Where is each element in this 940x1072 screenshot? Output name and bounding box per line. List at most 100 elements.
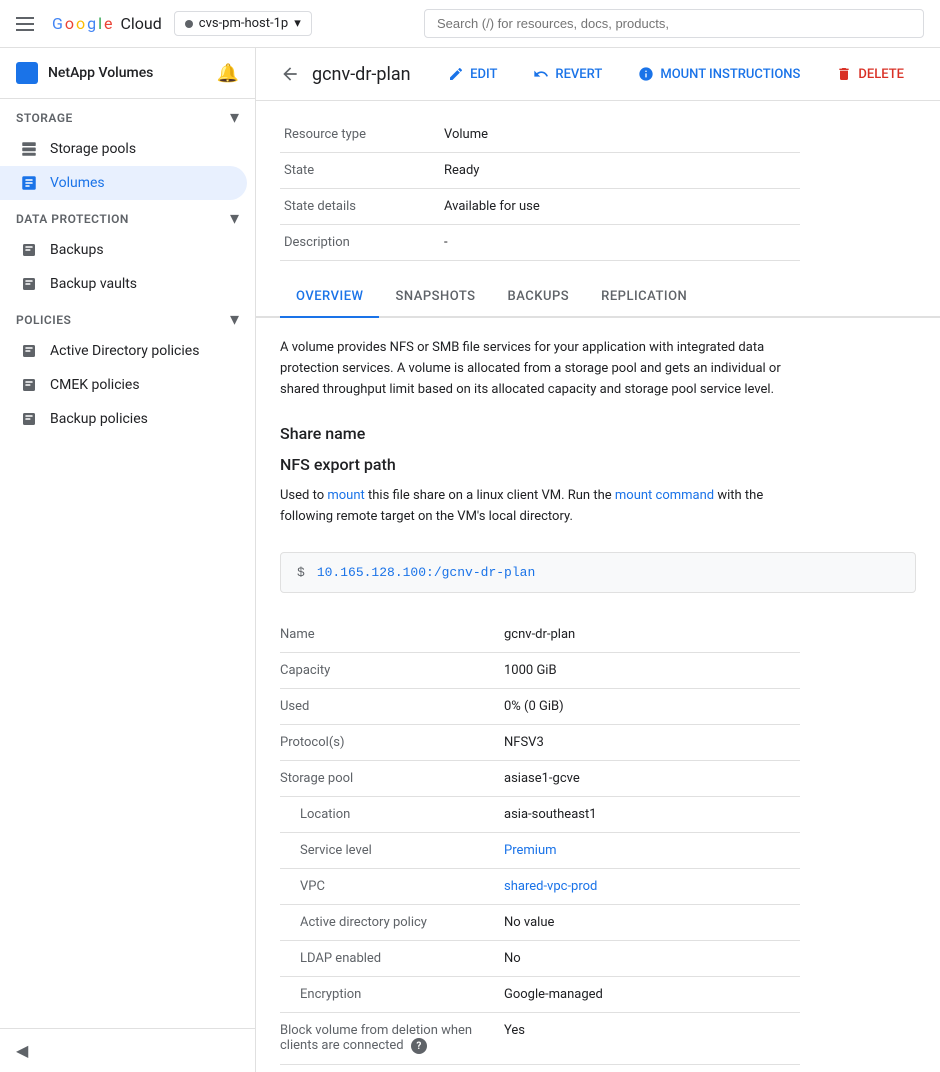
- revert-button[interactable]: REVERT: [521, 60, 614, 88]
- detail-encryption-row: Encryption Google-managed: [280, 976, 800, 1012]
- sidebar-item-active-directory[interactable]: Active Directory policies: [0, 334, 247, 368]
- google-logo: Google Cloud: [52, 14, 162, 33]
- policies-section-header[interactable]: Policies ▾: [0, 301, 255, 334]
- sidebar-header: NetApp Volumes 🔔: [0, 48, 255, 99]
- collapse-icon: ◀: [16, 1041, 28, 1060]
- tab-backups[interactable]: BACKUPS: [492, 277, 586, 316]
- detail-service-level-label: Service level: [280, 832, 500, 868]
- sidebar-label-storage-pools: Storage pools: [50, 141, 136, 157]
- edit-label: EDIT: [470, 67, 497, 82]
- sidebar-label-active-directory: Active Directory policies: [50, 343, 199, 359]
- nfs-description: Used to mount this file share on a linux…: [280, 486, 800, 528]
- detail-ad-policy-value: No value: [500, 904, 800, 940]
- sidebar: NetApp Volumes 🔔 Storage ▾ Storage pools: [0, 48, 256, 1072]
- tab-overview[interactable]: OVERVIEW: [280, 277, 379, 316]
- detail-storage-pool-value: asiase1-gcve: [500, 760, 800, 796]
- state-details-value: Available for use: [440, 189, 800, 225]
- content-area: gcnv-dr-plan EDIT REVERT MOUNT INSTRUCTI…: [256, 48, 940, 1072]
- detail-protocols-value: NFSV3: [500, 724, 800, 760]
- search-input[interactable]: [424, 9, 924, 38]
- backups-icon: [20, 241, 38, 259]
- edit-button[interactable]: EDIT: [436, 60, 509, 88]
- storage-chevron-icon: ▾: [230, 107, 239, 128]
- project-selector[interactable]: cvs-pm-host-1p ▾: [174, 11, 312, 36]
- detail-location-value: asia-southeast1: [500, 796, 800, 832]
- page-title: gcnv-dr-plan: [312, 64, 424, 85]
- mount-link[interactable]: mount: [327, 488, 364, 503]
- sidebar-item-backup-policies[interactable]: Backup policies: [0, 402, 247, 436]
- project-icon: [185, 20, 193, 28]
- storage-section-label: Storage: [16, 111, 73, 125]
- bell-icon[interactable]: 🔔: [217, 63, 239, 84]
- data-protection-items: Backups Backup vaults: [0, 233, 255, 301]
- resource-type-row: Resource type Volume: [280, 117, 800, 153]
- detail-ad-policy-label: Active directory policy: [280, 904, 500, 940]
- menu-icon[interactable]: [16, 12, 40, 36]
- cmek-icon: [20, 376, 38, 394]
- share-name-heading: Share name: [280, 424, 916, 443]
- sidebar-item-backups[interactable]: Backups: [0, 233, 247, 267]
- detail-protocols-label: Protocol(s): [280, 724, 500, 760]
- delete-label: DELETE: [858, 67, 904, 82]
- delete-button[interactable]: DELETE: [824, 60, 916, 88]
- sidebar-item-storage-pools[interactable]: Storage pools: [0, 132, 247, 166]
- dollar-sign: $: [297, 565, 305, 580]
- description-value: -: [440, 225, 800, 261]
- detail-service-level-value: Premium: [500, 832, 800, 868]
- code-command: 10.165.128.100:/gcnv-dr-plan: [317, 565, 535, 580]
- detail-storage-pool-label: Storage pool: [280, 760, 500, 796]
- storage-pools-icon: [20, 140, 38, 158]
- detail-vpc-value[interactable]: shared-vpc-prod: [500, 868, 800, 904]
- detail-protocols-row: Protocol(s) NFSV3: [280, 724, 800, 760]
- storage-section-header[interactable]: Storage ▾: [0, 99, 255, 132]
- project-name: cvs-pm-host-1p: [199, 16, 288, 31]
- mount-cmd-link[interactable]: mount command: [615, 488, 714, 503]
- sidebar-item-cmek[interactable]: CMEK policies: [0, 368, 247, 402]
- detail-ldap-value: No: [500, 940, 800, 976]
- detail-block-deletion-row: Block volume from deletion when clients …: [280, 1012, 800, 1065]
- state-details-label: State details: [280, 189, 440, 225]
- data-protection-section-header[interactable]: Data protection ▾: [0, 200, 255, 233]
- storage-items: Storage pools Volumes: [0, 132, 255, 200]
- active-directory-icon: [20, 342, 38, 360]
- data-protection-label: Data protection: [16, 212, 129, 226]
- main-layout: NetApp Volumes 🔔 Storage ▾ Storage pools: [0, 48, 940, 1072]
- detail-name-row: Name gcnv-dr-plan: [280, 617, 800, 653]
- detail-used-label: Used: [280, 688, 500, 724]
- sidebar-label-cmek: CMEK policies: [50, 377, 140, 393]
- content-header: gcnv-dr-plan EDIT REVERT MOUNT INSTRUCTI…: [256, 48, 940, 101]
- policies-items: Active Directory policies CMEK policies …: [0, 334, 255, 436]
- detail-vpc-row: VPC shared-vpc-prod: [280, 868, 800, 904]
- policies-chevron-icon: ▾: [230, 309, 239, 330]
- tab-replication[interactable]: REPLICATION: [585, 277, 703, 316]
- mount-instructions-button[interactable]: MOUNT INSTRUCTIONS: [626, 60, 812, 88]
- state-value: Ready: [440, 153, 800, 189]
- detail-encryption-value: Google-managed: [500, 976, 800, 1012]
- chevron-down-icon: ▾: [294, 16, 301, 31]
- description-label: Description: [280, 225, 440, 261]
- sidebar-label-volumes: Volumes: [50, 175, 105, 191]
- tab-snapshots[interactable]: SNAPSHOTS: [379, 277, 491, 316]
- topbar: Google Cloud cvs-pm-host-1p ▾: [0, 0, 940, 48]
- detail-snapshot-visible-row: Make snapshot directory visible No: [280, 1065, 800, 1072]
- help-icon[interactable]: ?: [411, 1038, 427, 1054]
- overview-description: A volume provides NFS or SMB file servic…: [280, 338, 800, 400]
- detail-location-label: Location: [280, 796, 500, 832]
- detail-name-label: Name: [280, 617, 500, 653]
- resource-type-value: Volume: [440, 117, 800, 153]
- revert-label: REVERT: [555, 67, 602, 82]
- back-button[interactable]: [280, 64, 300, 84]
- detail-block-deletion-value: Yes: [500, 1012, 800, 1065]
- resource-info-table: Resource type Volume State Ready State d…: [280, 117, 800, 261]
- sidebar-collapse-button[interactable]: ◀: [0, 1028, 255, 1072]
- detail-encryption-label: Encryption: [280, 976, 500, 1012]
- detail-ldap-label: LDAP enabled: [280, 940, 500, 976]
- detail-capacity-row: Capacity 1000 GiB: [280, 652, 800, 688]
- sidebar-item-volumes[interactable]: Volumes: [0, 166, 247, 200]
- detail-service-level-row: Service level Premium: [280, 832, 800, 868]
- resource-type-label: Resource type: [280, 117, 440, 153]
- backup-policies-icon: [20, 410, 38, 428]
- netapp-icon: [16, 62, 38, 84]
- sidebar-item-backup-vaults[interactable]: Backup vaults: [0, 267, 247, 301]
- tab-content-overview: A volume provides NFS or SMB file servic…: [256, 318, 940, 1072]
